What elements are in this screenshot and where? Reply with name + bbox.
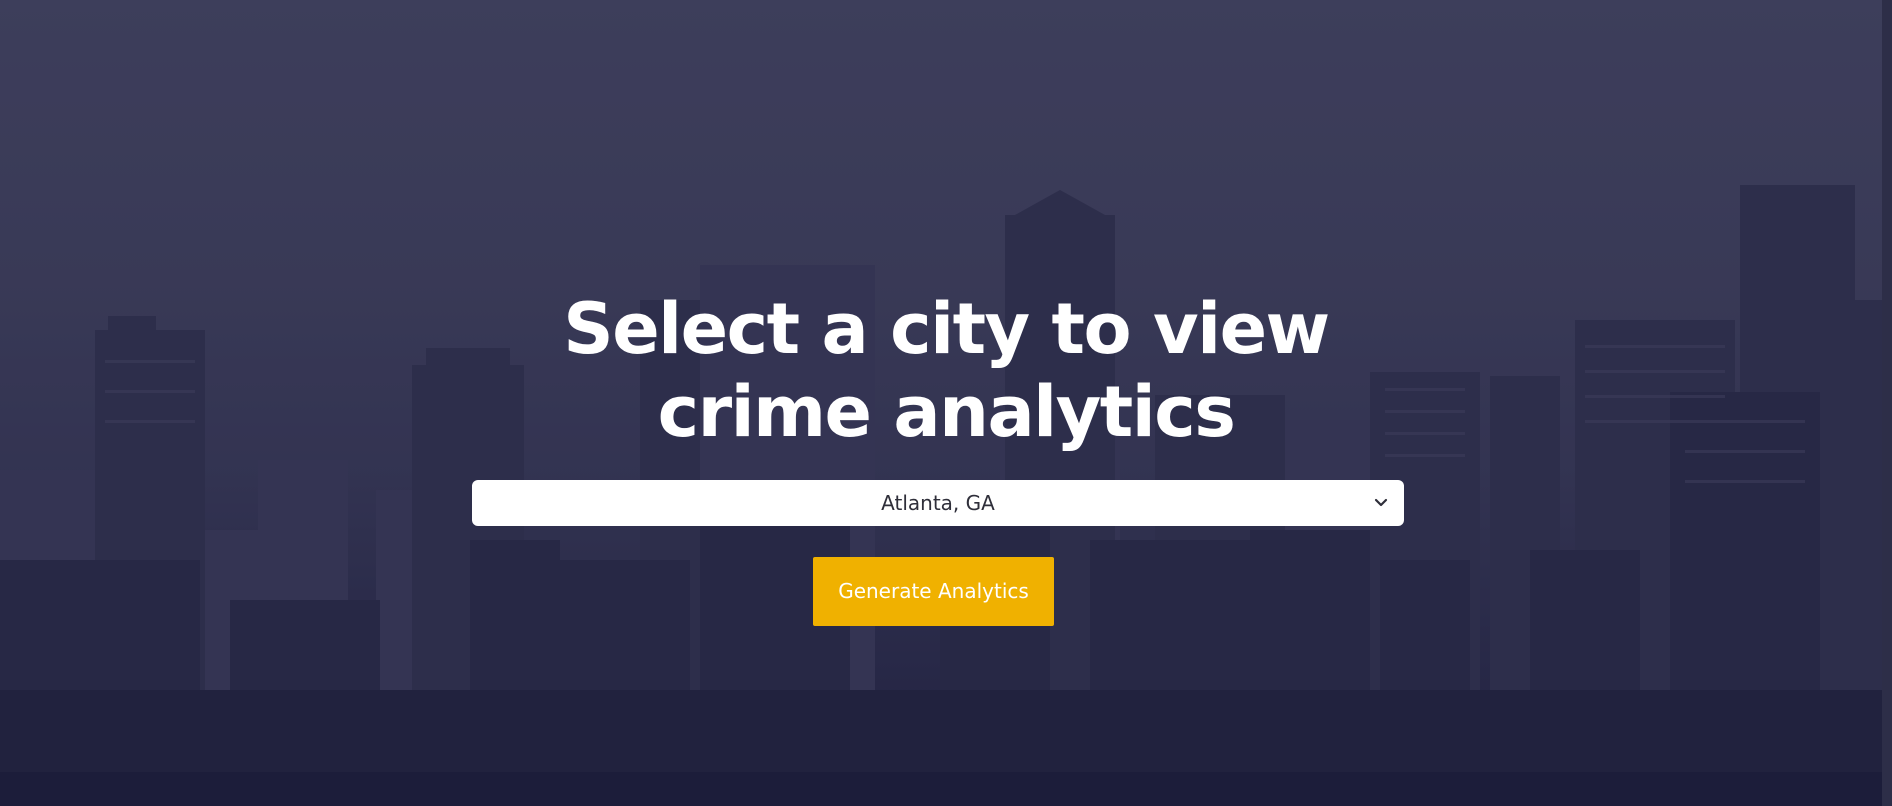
city-select-value: Atlanta, GA: [881, 491, 995, 515]
city-select-dropdown[interactable]: Atlanta, GA: [472, 480, 1404, 526]
page-title-line-1: Select a city to view: [563, 288, 1330, 370]
chevron-down-icon[interactable]: [1370, 492, 1392, 514]
hero-content: Select a city to view crime analytics Atl…: [0, 0, 1892, 806]
page-title-line-2: crime analytics: [657, 371, 1236, 453]
generate-analytics-button[interactable]: Generate Analytics: [813, 557, 1054, 626]
page-scrollbar[interactable]: [1882, 0, 1892, 806]
hero-section: Select a city to view crime analytics Atl…: [0, 0, 1892, 806]
page-title: Select a city to view crime analytics: [446, 288, 1446, 454]
